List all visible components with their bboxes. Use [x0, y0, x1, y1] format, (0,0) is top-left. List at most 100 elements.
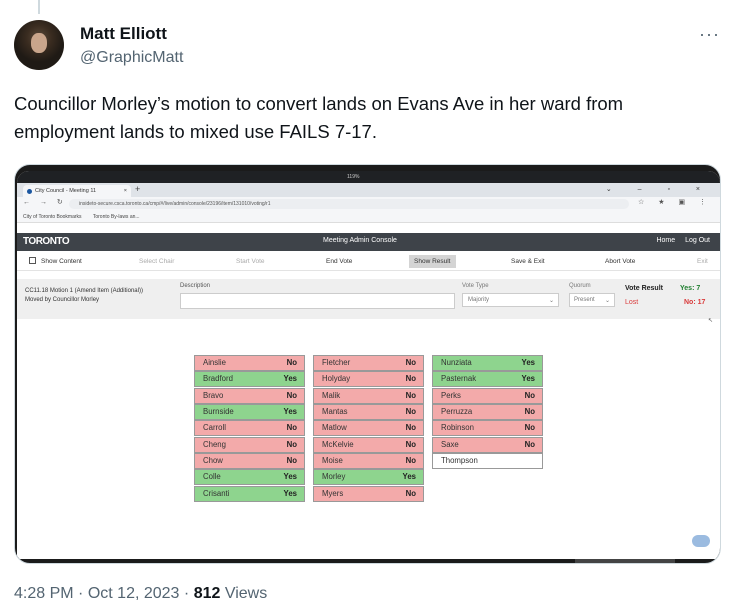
- bookmarks-bar: City of Toronto Bookmarks Toronto By-law…: [17, 211, 720, 223]
- start-vote-button: Start Vote: [236, 258, 265, 265]
- councillor-name: Carroll: [203, 423, 226, 433]
- vote-cell: Fletcher No: [313, 355, 424, 371]
- window-controls-icon: ⌄ – ▫ ×: [605, 186, 712, 193]
- vote-value: No: [524, 390, 535, 400]
- councillor-name: Robinson: [441, 423, 474, 433]
- abort-vote-button: Abort Vote: [605, 258, 636, 265]
- councillor-name: Colle: [203, 472, 221, 482]
- browser-tab: City Council - Meeting 11 ×: [23, 185, 131, 197]
- tweet-date[interactable]: Oct 12, 2023: [88, 585, 180, 602]
- councillor-name: Morley: [322, 472, 346, 482]
- councillor-name: Cheng: [203, 439, 226, 449]
- vote-cell: Nunziata Yes: [432, 355, 543, 371]
- avatar-photo[interactable]: [14, 20, 64, 70]
- councillor-name: Ainslie: [203, 358, 226, 367]
- vote-cell: Perruzza No: [432, 404, 543, 421]
- vote-cell: Morley Yes: [313, 469, 424, 486]
- vote-cell: Holyday No: [313, 371, 424, 388]
- vote-column-2: Fletcher No Holyday No Malik No Mantas No Matlow…: [313, 355, 424, 502]
- councillor-name: Fletcher: [322, 358, 351, 367]
- vote-value: No: [405, 390, 416, 400]
- vote-column-1: Ainslie No Bradford Yes Bravo No Burnside Yes Ca…: [194, 355, 305, 502]
- vote-value: Yes: [521, 374, 535, 384]
- no-count: No: 17: [684, 299, 706, 306]
- vote-cell: Ainslie No: [194, 355, 305, 371]
- motion-title: CC11.18 Motion 1 (Amend Item (Additional…: [25, 288, 143, 294]
- chevron-down-icon: ⌄: [604, 298, 610, 304]
- councillor-name: Burnside: [203, 407, 234, 417]
- author-name[interactable]: Matt Elliott: [80, 24, 167, 44]
- vote-cell: Bravo No: [194, 387, 305, 404]
- councillor-name: Thompson: [441, 456, 478, 466]
- vote-value: No: [405, 456, 416, 466]
- views-label: Views: [224, 585, 268, 602]
- vote-cell: Colle Yes: [194, 469, 305, 486]
- toronto-logo: TORONTO: [23, 236, 70, 247]
- mouse-cursor-icon: ↖: [708, 318, 714, 324]
- address-bar: ← → ↻ ⌂ insideto-secure.csca.toronto.ca/…: [17, 197, 720, 211]
- vote-value: No: [286, 423, 297, 433]
- councillor-name: Moise: [322, 456, 343, 466]
- browser-tab-bar: City Council - Meeting 11 × + ⌄ – ▫ ×: [17, 183, 720, 197]
- zoom-level: 119%: [347, 174, 360, 180]
- vote-cell: Bradford Yes: [194, 371, 305, 388]
- vote-value: Yes: [521, 358, 535, 367]
- vote-type-label: Vote Type: [462, 283, 489, 289]
- vote-cell: Saxe No: [432, 436, 543, 453]
- app-badge-icon: [692, 535, 710, 547]
- author-handle[interactable]: @GraphicMatt: [80, 49, 183, 67]
- bookmark-item: City of Toronto Bookmarks: [23, 214, 82, 220]
- quorum-value: Present: [574, 297, 595, 303]
- vote-value: No: [286, 456, 297, 466]
- vote-type-value: Majority: [468, 297, 490, 303]
- vote-cell: Carroll No: [194, 420, 305, 437]
- councillor-name: Myers: [322, 488, 344, 498]
- show-result-button: Show Result: [409, 255, 456, 268]
- vote-cell: Crisanti Yes: [194, 485, 305, 502]
- vote-value: Yes: [283, 374, 297, 384]
- vote-cell: Burnside Yes: [194, 404, 305, 421]
- vote-value: No: [524, 407, 535, 417]
- tweet-time[interactable]: 4:28 PM: [14, 585, 74, 602]
- end-vote-button: End Vote: [326, 258, 353, 265]
- vote-cell: Mantas No: [313, 404, 424, 421]
- separator: ·: [183, 585, 190, 602]
- vote-value: No: [405, 358, 416, 367]
- show-content-label: Show Content: [41, 258, 82, 265]
- tweet-media[interactable]: 119% City Council - Meeting 11 × + ⌄ – ▫…: [14, 164, 721, 564]
- vote-type-select: Majority ⌄: [462, 293, 559, 307]
- councillor-name: Chow: [203, 456, 223, 466]
- vote-cell: McKelvie No: [313, 436, 424, 453]
- vote-value: Yes: [283, 488, 297, 498]
- show-content-checkbox: [29, 257, 36, 264]
- tweet-footer: 4:28 PM · Oct 12, 2023 · 812 Views: [14, 585, 267, 603]
- select-chair-button: Select Chair: [139, 258, 175, 265]
- vote-cell: Malik No: [313, 387, 424, 404]
- vote-value: No: [286, 439, 297, 449]
- vote-value: No: [405, 439, 416, 449]
- app-header: TORONTO Meeting Admin Console Home Log O…: [17, 233, 720, 251]
- vote-value: Yes: [283, 407, 297, 417]
- vote-value: No: [405, 488, 416, 498]
- tweet-header: Matt Elliott @GraphicMatt ···: [14, 20, 720, 74]
- separator: ·: [78, 585, 84, 602]
- url-field: insideto-secure.csca.toronto.ca/cmp/#/li…: [69, 199, 629, 209]
- logout-link: Log Out: [685, 237, 710, 244]
- councillor-name: Holyday: [322, 374, 351, 384]
- vote-value: No: [286, 390, 297, 400]
- councillor-name: Mantas: [322, 407, 348, 417]
- vote-value: Yes: [283, 472, 297, 482]
- app-title: Meeting Admin Console: [323, 237, 397, 244]
- motion-panel: CC11.18 Motion 1 (Amend Item (Additional…: [17, 279, 720, 319]
- motion-id: CC11.18 Motion 1 (Amend Item (Additional…: [25, 287, 143, 305]
- vote-value: No: [524, 439, 535, 449]
- councillor-name: Bravo: [203, 390, 224, 400]
- councillor-name: Perruzza: [441, 407, 473, 417]
- views-count: 812: [193, 585, 221, 602]
- vote-value: No: [524, 423, 535, 433]
- councillor-name: Matlow: [322, 423, 347, 433]
- caption-strip: [575, 559, 675, 563]
- description-label: Description: [180, 283, 211, 289]
- vote-value: Yes: [402, 472, 416, 482]
- more-options-icon[interactable]: ···: [699, 24, 720, 45]
